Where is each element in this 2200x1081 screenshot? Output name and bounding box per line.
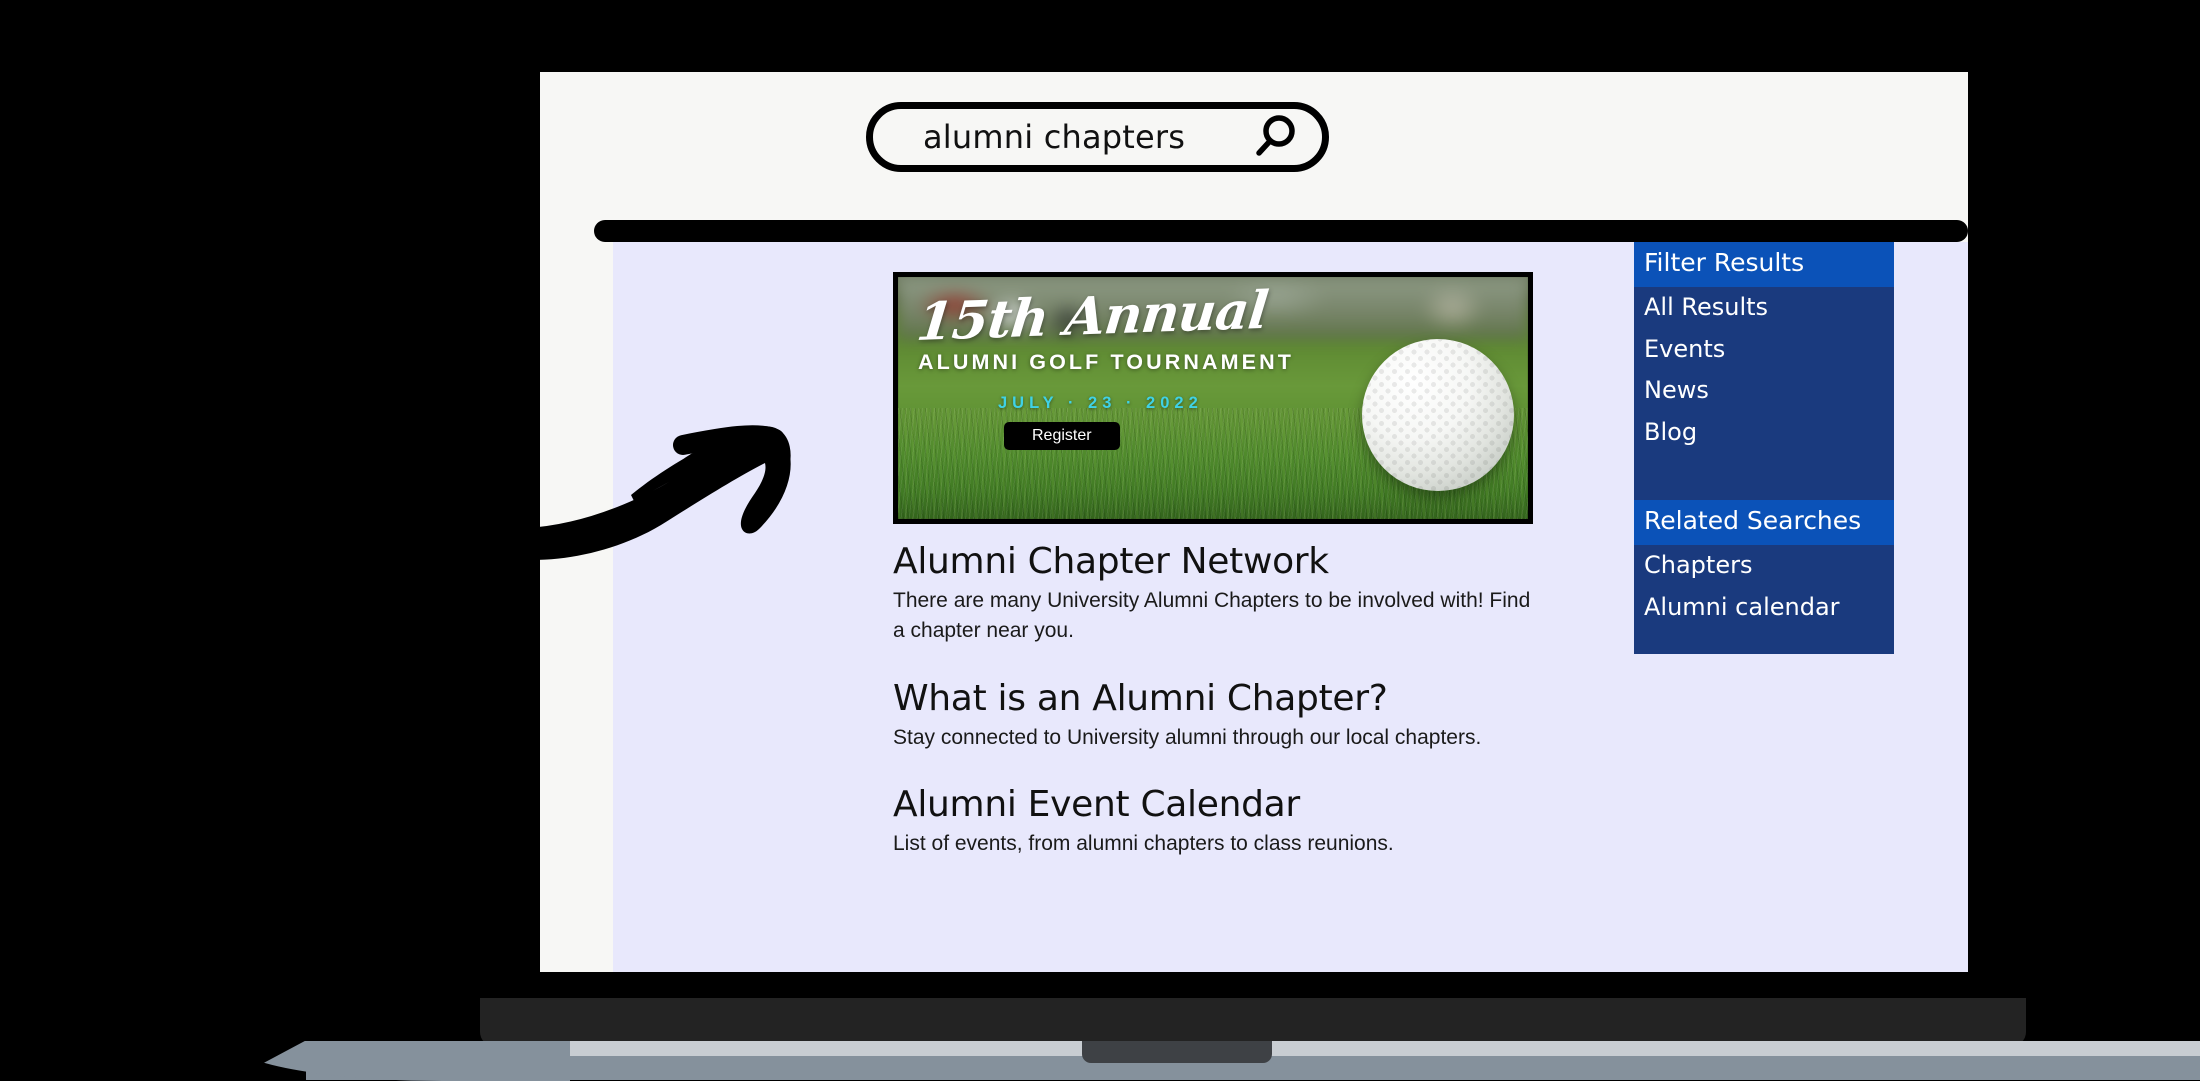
laptop-hinge <box>480 998 2026 1046</box>
header-divider-bar <box>594 220 1968 242</box>
sidebar-item-alumni-calendar[interactable]: Alumni calendar <box>1634 587 1894 629</box>
search-input[interactable]: alumni chapters <box>866 102 1329 172</box>
register-button[interactable]: Register <box>1004 422 1120 451</box>
banner-date: JULY · 23 · 2022 <box>998 394 1203 413</box>
laptop-mockup: alumni chapters 15th Annual ALUMNI GOLF … <box>0 0 2200 1081</box>
laptop-screen: alumni chapters 15th Annual ALUMNI GOLF … <box>523 72 1968 972</box>
golf-tournament-banner[interactable]: 15th Annual ALUMNI GOLF TOURNAMENT JULY … <box>893 272 1533 524</box>
search-result-item[interactable]: Alumni Chapter Network There are many Un… <box>893 539 1553 646</box>
filter-results-header: Filter Results <box>1634 242 1894 287</box>
banner-title: 15th Annual <box>913 279 1271 353</box>
sidebar-item-events[interactable]: Events <box>1634 329 1894 371</box>
search-bar-area: alumni chapters <box>540 72 1968 207</box>
laptop-base-curve <box>230 1041 570 1081</box>
search-icon[interactable] <box>1252 113 1300 161</box>
golf-ball-image <box>1362 339 1514 491</box>
search-result-item[interactable]: Alumni Event Calendar List of events, fr… <box>893 782 1553 859</box>
sidebar-item-all-results[interactable]: All Results <box>1634 287 1894 329</box>
sidebar-item-blog[interactable]: Blog <box>1634 412 1894 454</box>
pointer-arrow-icon <box>523 425 791 561</box>
banner-text-block: 15th Annual ALUMNI GOLF TOURNAMENT JULY … <box>914 280 1318 451</box>
result-description: Stay connected to University alumni thro… <box>893 725 1482 749</box>
banner-subtitle: ALUMNI GOLF TOURNAMENT <box>918 350 1294 375</box>
result-title[interactable]: Alumni Chapter Network <box>893 539 1553 584</box>
sidebar-item-news[interactable]: News <box>1634 370 1894 412</box>
result-title[interactable]: What is an Alumni Chapter? <box>893 676 1553 721</box>
result-description: List of events, from alumni chapters to … <box>893 832 1394 856</box>
search-result-item[interactable]: What is an Alumni Chapter? Stay connecte… <box>893 676 1553 753</box>
laptop-base-notch <box>1082 1041 1272 1063</box>
result-description: There are many University Alumni Chapter… <box>893 589 1531 642</box>
related-searches-header: Related Searches <box>1634 500 1894 545</box>
sidebar-item-chapters[interactable]: Chapters <box>1634 545 1894 587</box>
results-list: 15th Annual ALUMNI GOLF TOURNAMENT JULY … <box>893 272 1553 859</box>
filter-sidebar: Filter Results All Results Events News B… <box>1634 242 1894 655</box>
search-results-page: 15th Annual ALUMNI GOLF TOURNAMENT JULY … <box>523 242 1968 972</box>
search-input-value[interactable]: alumni chapters <box>923 118 1185 156</box>
result-title[interactable]: Alumni Event Calendar <box>893 782 1553 827</box>
